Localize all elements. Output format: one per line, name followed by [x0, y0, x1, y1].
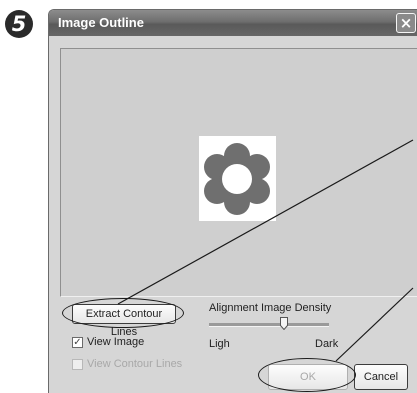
extract-callout-line: [117, 139, 414, 305]
ok-callout-line: [335, 287, 414, 362]
callout-lines: [117, 139, 414, 362]
